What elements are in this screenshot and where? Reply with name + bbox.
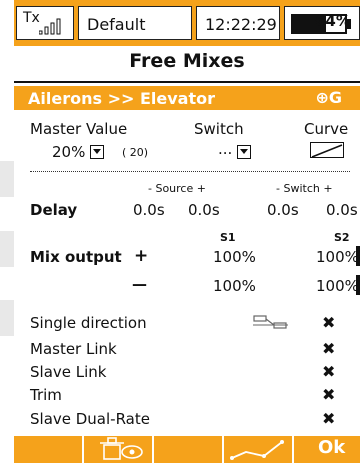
option-label-trim: Trim: [30, 386, 62, 404]
option-label-slave-dual-rate: Slave Dual-Rate: [30, 410, 150, 428]
bottom-button-lock-eye[interactable]: [82, 436, 152, 463]
s2-header: S2: [334, 231, 350, 244]
master-link-toggle[interactable]: ✖: [322, 339, 335, 358]
title-divider: [14, 81, 360, 83]
status-bar: Tx Default 12:22:29 64%: [14, 0, 360, 46]
switch-value[interactable]: ...: [218, 140, 232, 158]
curve-icon: [230, 440, 284, 460]
option-label-single-direction: Single direction: [30, 314, 147, 332]
battery-percent: 64%: [315, 12, 351, 30]
mix-output-plus-sign: +: [134, 246, 149, 266]
s1-header: S1: [220, 231, 236, 244]
mix-header[interactable]: Ailerons >> Elevator ⊕G: [14, 86, 360, 110]
curve-icon: [311, 144, 343, 158]
mix-output-s1-minus[interactable]: 100%: [213, 277, 256, 295]
source-header: - Source +: [148, 182, 206, 195]
bottom-button-1[interactable]: [14, 436, 82, 463]
bottom-bar: Ok: [14, 436, 360, 463]
model-select[interactable]: Default: [78, 6, 229, 40]
mix-output-minus-sign: —: [132, 275, 147, 293]
model-name: Default: [87, 15, 146, 34]
mix-mode-icon: ⊕G: [315, 88, 342, 107]
delay-source-minus[interactable]: 0.0s: [133, 201, 165, 219]
delay-source-plus[interactable]: 0.0s: [188, 201, 220, 219]
switch-label: Switch: [194, 120, 244, 138]
single-direction-toggle[interactable]: ✖: [322, 313, 335, 332]
ok-button[interactable]: Ok: [292, 436, 360, 463]
clock[interactable]: 12:22:29: [196, 6, 280, 40]
slave-link-toggle[interactable]: ✖: [322, 362, 335, 381]
slave-dual-rate-toggle[interactable]: ✖: [322, 409, 335, 428]
scroll-edge: [356, 275, 360, 295]
option-label-master-link: Master Link: [30, 340, 117, 358]
edge-strip: [0, 231, 14, 267]
signal-bars-icon: [39, 18, 61, 35]
switch-header: - Switch +: [276, 182, 333, 195]
tx-label: Tx: [23, 10, 40, 26]
master-value-raw: ( 20): [122, 146, 149, 159]
curve-button[interactable]: [310, 142, 344, 158]
master-value-dropdown-icon[interactable]: [90, 145, 104, 159]
delay-label: Delay: [30, 201, 78, 219]
page-title: Free Mixes: [129, 50, 245, 72]
mix-output-s2-minus[interactable]: 100%: [316, 277, 359, 295]
battery-status[interactable]: 64%: [284, 6, 360, 40]
curve-label: Curve: [304, 120, 349, 138]
trim-toggle[interactable]: ✖: [322, 385, 335, 404]
lock-eye-icon: [100, 437, 143, 460]
mix-output-s1-plus[interactable]: 100%: [213, 248, 256, 266]
scroll-edge: [356, 246, 360, 266]
tx-signal[interactable]: Tx: [16, 6, 74, 40]
ok-label: Ok: [318, 437, 346, 458]
section-divider: [30, 171, 350, 172]
edge-strip: [0, 300, 14, 336]
mix-output-s2-plus[interactable]: 100%: [316, 248, 359, 266]
switch-dropdown-icon[interactable]: [237, 145, 251, 159]
master-value-label: Master Value: [30, 120, 128, 138]
mix-name: Ailerons >> Elevator: [28, 89, 215, 108]
bottom-button-3[interactable]: [152, 436, 222, 463]
clock-time: 12:22:29: [205, 15, 277, 34]
option-label-slave-link: Slave Link: [30, 363, 107, 381]
delay-switch-minus[interactable]: 0.0s: [267, 201, 299, 219]
edge-strip: [0, 161, 14, 197]
bottom-button-curve[interactable]: [222, 436, 292, 463]
master-value[interactable]: 20%: [52, 143, 85, 161]
delay-switch-plus[interactable]: 0.0s: [326, 201, 358, 219]
single-direction-icon: [253, 315, 288, 329]
mix-output-label: Mix output: [30, 248, 122, 266]
